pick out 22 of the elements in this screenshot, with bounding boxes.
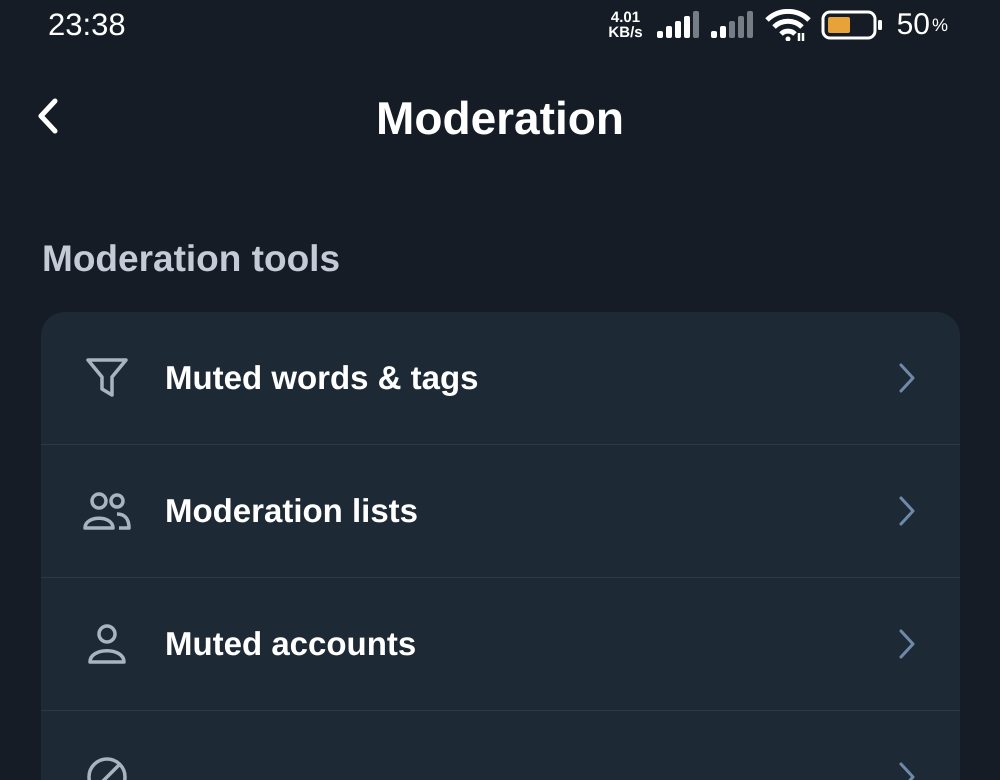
people-icon xyxy=(83,491,131,531)
network-speed-unit: KB/s xyxy=(608,25,643,40)
signal-icon xyxy=(710,11,755,39)
settings-row[interactable]: Moderation lists xyxy=(41,445,960,577)
chevron-icon xyxy=(898,629,916,659)
network-speed: 4.01 xyxy=(610,10,640,25)
settings-row[interactable]: Muted words & tags xyxy=(41,312,960,444)
signal-icon xyxy=(656,11,701,39)
settings-row[interactable]: Muted accounts xyxy=(41,578,960,710)
wifi-icon xyxy=(764,9,811,41)
battery-percent-unit: % xyxy=(932,15,948,36)
row-label: Muted accounts xyxy=(165,625,418,663)
chevron-icon xyxy=(898,496,916,526)
row-label: Muted words & tags xyxy=(165,359,480,397)
battery-percent: 50 xyxy=(896,8,930,42)
row-label: Moderation lists xyxy=(165,492,420,530)
battery-icon xyxy=(820,10,883,40)
section-heading: Moderation tools xyxy=(42,238,342,281)
status-time: 23:38 xyxy=(48,7,126,43)
back-button[interactable] xyxy=(36,98,60,134)
chevron-icon xyxy=(898,363,916,393)
page-title: Moderation xyxy=(376,91,624,145)
